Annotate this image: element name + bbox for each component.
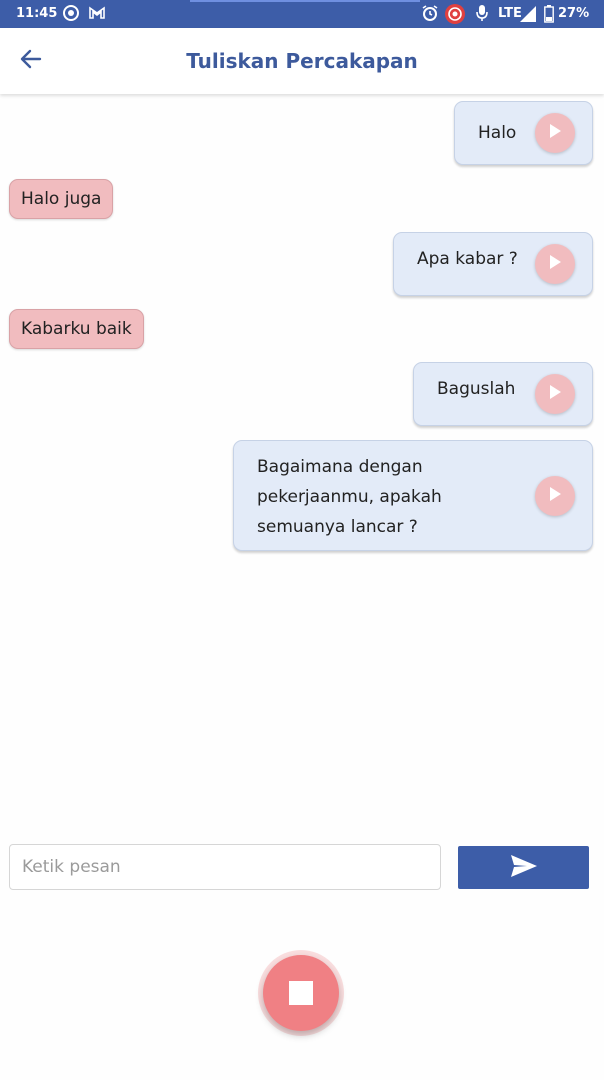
play-icon: [548, 384, 562, 405]
stop-button[interactable]: [263, 955, 339, 1031]
play-button[interactable]: [535, 374, 575, 414]
page-title: Tuliskan Percakapan: [186, 49, 418, 73]
send-button[interactable]: [458, 846, 589, 889]
app-bar: Tuliskan Percakapan: [0, 28, 604, 94]
record-icon: [444, 3, 466, 29]
arrow-left-icon: [20, 48, 42, 74]
play-icon: [548, 123, 562, 144]
message-text: Baguslah: [437, 379, 516, 399]
stop-icon: [289, 981, 313, 1005]
play-icon: [548, 486, 562, 507]
play-icon: [548, 254, 562, 275]
status-accent-line: [190, 0, 420, 2]
message-text-line: semuanya lancar ?: [257, 517, 418, 537]
sent-message: Baguslah: [413, 362, 593, 426]
status-time: 11:45: [16, 6, 58, 21]
play-button[interactable]: [535, 244, 575, 284]
message-text: Kabarku baik: [21, 319, 132, 339]
play-button[interactable]: [535, 113, 575, 153]
mic-icon: [475, 4, 489, 26]
message-list: Halo Halo juga Apa kabar ? Kabarku baik …: [0, 96, 604, 816]
back-button[interactable]: [10, 40, 52, 82]
status-bar: 11:45 LTE 27%: [0, 0, 604, 28]
received-message: Kabarku baik: [9, 309, 144, 349]
signal-icon: [520, 6, 536, 26]
sent-message: Halo: [454, 101, 593, 165]
radio-icon: [62, 4, 80, 26]
message-text: Halo juga: [21, 189, 102, 209]
message-text-line: pekerjaanmu, apakah: [257, 487, 442, 507]
message-text: Halo: [478, 123, 517, 143]
battery-icon: [544, 5, 554, 27]
received-message: Halo juga: [9, 179, 113, 219]
play-button[interactable]: [535, 476, 575, 516]
alarm-icon: [421, 4, 439, 26]
message-text-line: Bagaimana dengan: [257, 457, 423, 477]
battery-label: 27%: [558, 6, 590, 21]
network-label: LTE: [498, 6, 522, 21]
sent-message: Bagaimana dengan pekerjaanmu, apakah sem…: [233, 440, 593, 551]
gmail-icon: [88, 4, 106, 26]
send-icon: [510, 854, 538, 882]
message-input[interactable]: [9, 844, 441, 890]
message-text: Apa kabar ?: [417, 249, 518, 269]
sent-message: Apa kabar ?: [393, 232, 593, 296]
